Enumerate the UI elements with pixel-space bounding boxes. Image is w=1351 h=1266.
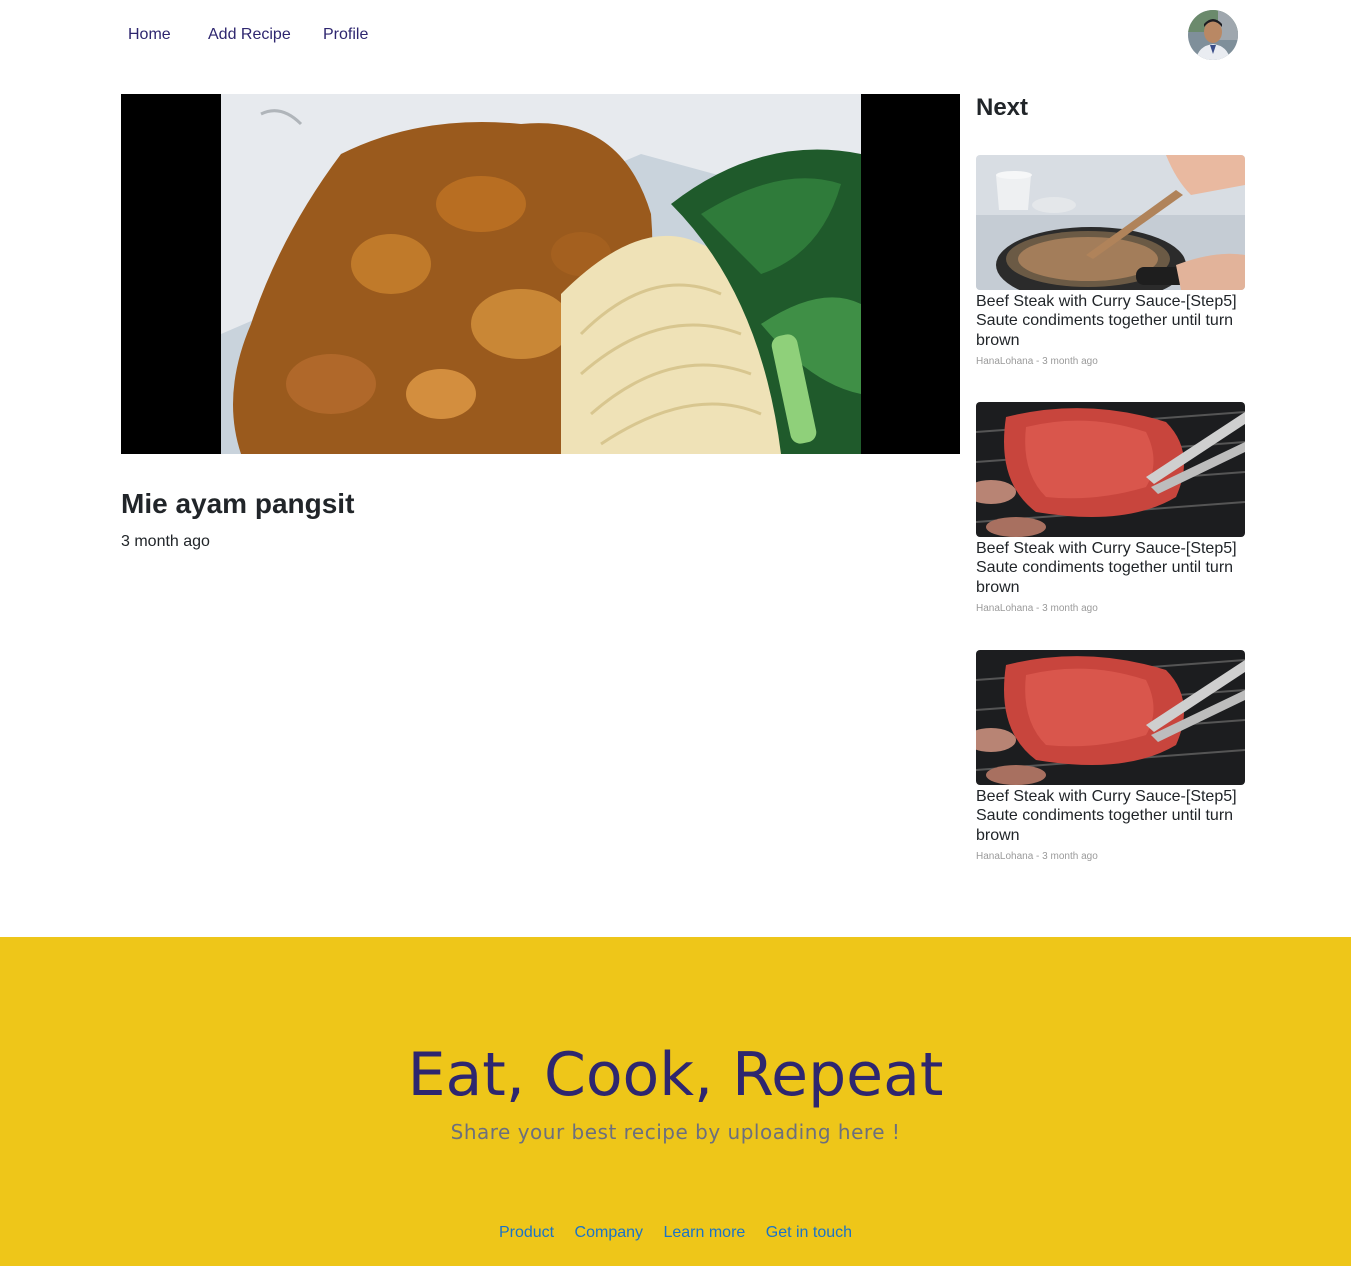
recipe-thumbnail[interactable] [976, 650, 1245, 785]
card-title[interactable]: Beef Steak with Curry Sauce-[Step5] Saut… [976, 787, 1245, 845]
navbar: Home Add Recipe Profile [0, 0, 1351, 70]
footer-link-get-in-touch[interactable]: Get in touch [766, 1224, 852, 1241]
nav-add-recipe-link[interactable]: Add Recipe [208, 26, 291, 44]
footer-link-company[interactable]: Company [575, 1224, 643, 1241]
footer-link-learn-more[interactable]: Learn more [663, 1224, 745, 1241]
next-recipe-card[interactable]: Beef Steak with Curry Sauce-[Step5] Saut… [976, 402, 1245, 615]
user-avatar[interactable] [1188, 10, 1238, 60]
footer-title: Eat, Cook, Repeat [407, 1040, 944, 1110]
next-recipe-card[interactable]: Beef Steak with Curry Sauce-[Step5] Saut… [976, 155, 1245, 368]
recipe-thumbnail[interactable] [976, 402, 1245, 537]
nav-home-link[interactable]: Home [128, 26, 171, 44]
next-recipe-card[interactable]: Beef Steak with Curry Sauce-[Step5] Saut… [976, 650, 1245, 863]
recipe-thumbnail[interactable] [976, 155, 1245, 290]
nav-profile-link[interactable]: Profile [323, 26, 368, 44]
card-meta: HanaLohana - 3 month ago [976, 602, 1098, 614]
card-title[interactable]: Beef Steak with Curry Sauce-[Step5] Saut… [976, 292, 1245, 350]
card-title[interactable]: Beef Steak with Curry Sauce-[Step5] Saut… [976, 539, 1245, 597]
recipe-video-frame [221, 94, 861, 454]
recipe-time: 3 month ago [121, 533, 210, 550]
footer-link-product[interactable]: Product [499, 1224, 554, 1241]
next-heading: Next [976, 94, 1029, 121]
card-meta: HanaLohana - 3 month ago [976, 355, 1098, 367]
footer-links: Product Company Learn more Get in touch [0, 1224, 1351, 1242]
recipe-video-player[interactable] [121, 94, 960, 454]
recipe-title: Mie ayam pangsit [121, 488, 355, 519]
footer-subtitle: Share your best recipe by uploading here… [450, 1120, 901, 1144]
card-meta: HanaLohana - 3 month ago [976, 850, 1098, 862]
